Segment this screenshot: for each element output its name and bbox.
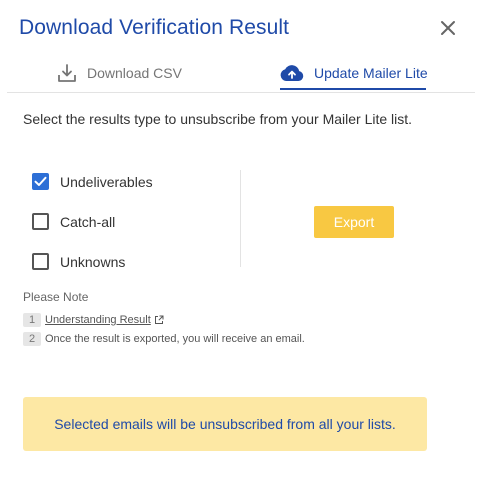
note-text: Once the result is exported, you will re… — [45, 333, 305, 345]
export-button[interactable]: Export — [314, 206, 394, 238]
checkbox-unchecked[interactable] — [32, 213, 49, 230]
note-number: 2 — [23, 332, 41, 346]
info-banner: Selected emails will be unsubscribed fro… — [23, 397, 427, 451]
link-label: Understanding Result — [45, 314, 151, 326]
note-number: 1 — [23, 313, 41, 327]
instruction-text: Select the results type to unsubscribe f… — [23, 111, 413, 127]
note-title: Please Note — [23, 290, 89, 304]
note-item: 2 Once the result is exported, you will … — [23, 332, 305, 346]
option-catch-all[interactable]: Catch-all — [32, 213, 115, 230]
download-icon — [58, 64, 76, 82]
close-icon — [441, 21, 455, 35]
checkbox-unchecked[interactable] — [32, 253, 49, 270]
cloud-upload-icon — [280, 65, 304, 81]
close-button[interactable] — [437, 17, 459, 39]
tab-bar: Download CSV Update Mailer Lite — [7, 56, 475, 93]
option-label: Undeliverables — [60, 173, 153, 190]
understanding-result-link[interactable]: Understanding Result — [45, 314, 164, 326]
option-undeliverables[interactable]: Undeliverables — [32, 173, 153, 190]
tab-download-csv[interactable]: Download CSV — [57, 56, 182, 90]
banner-text: Selected emails will be unsubscribed fro… — [54, 416, 396, 432]
checkbox-checked[interactable] — [32, 173, 49, 190]
tab-label: Update Mailer Lite — [314, 65, 428, 81]
page-title: Download Verification Result — [19, 16, 290, 39]
tab-label: Download CSV — [87, 65, 182, 81]
tab-update-mailer-lite[interactable]: Update Mailer Lite — [280, 56, 428, 90]
option-label: Catch-all — [60, 213, 116, 230]
vertical-divider — [240, 170, 241, 267]
option-unknowns[interactable]: Unknowns — [32, 253, 125, 270]
option-label: Unknowns — [60, 253, 126, 270]
note-item: 1 Understanding Result — [23, 313, 164, 327]
check-icon — [34, 176, 47, 186]
active-tab-indicator — [280, 88, 426, 90]
external-link-icon — [154, 315, 164, 324]
